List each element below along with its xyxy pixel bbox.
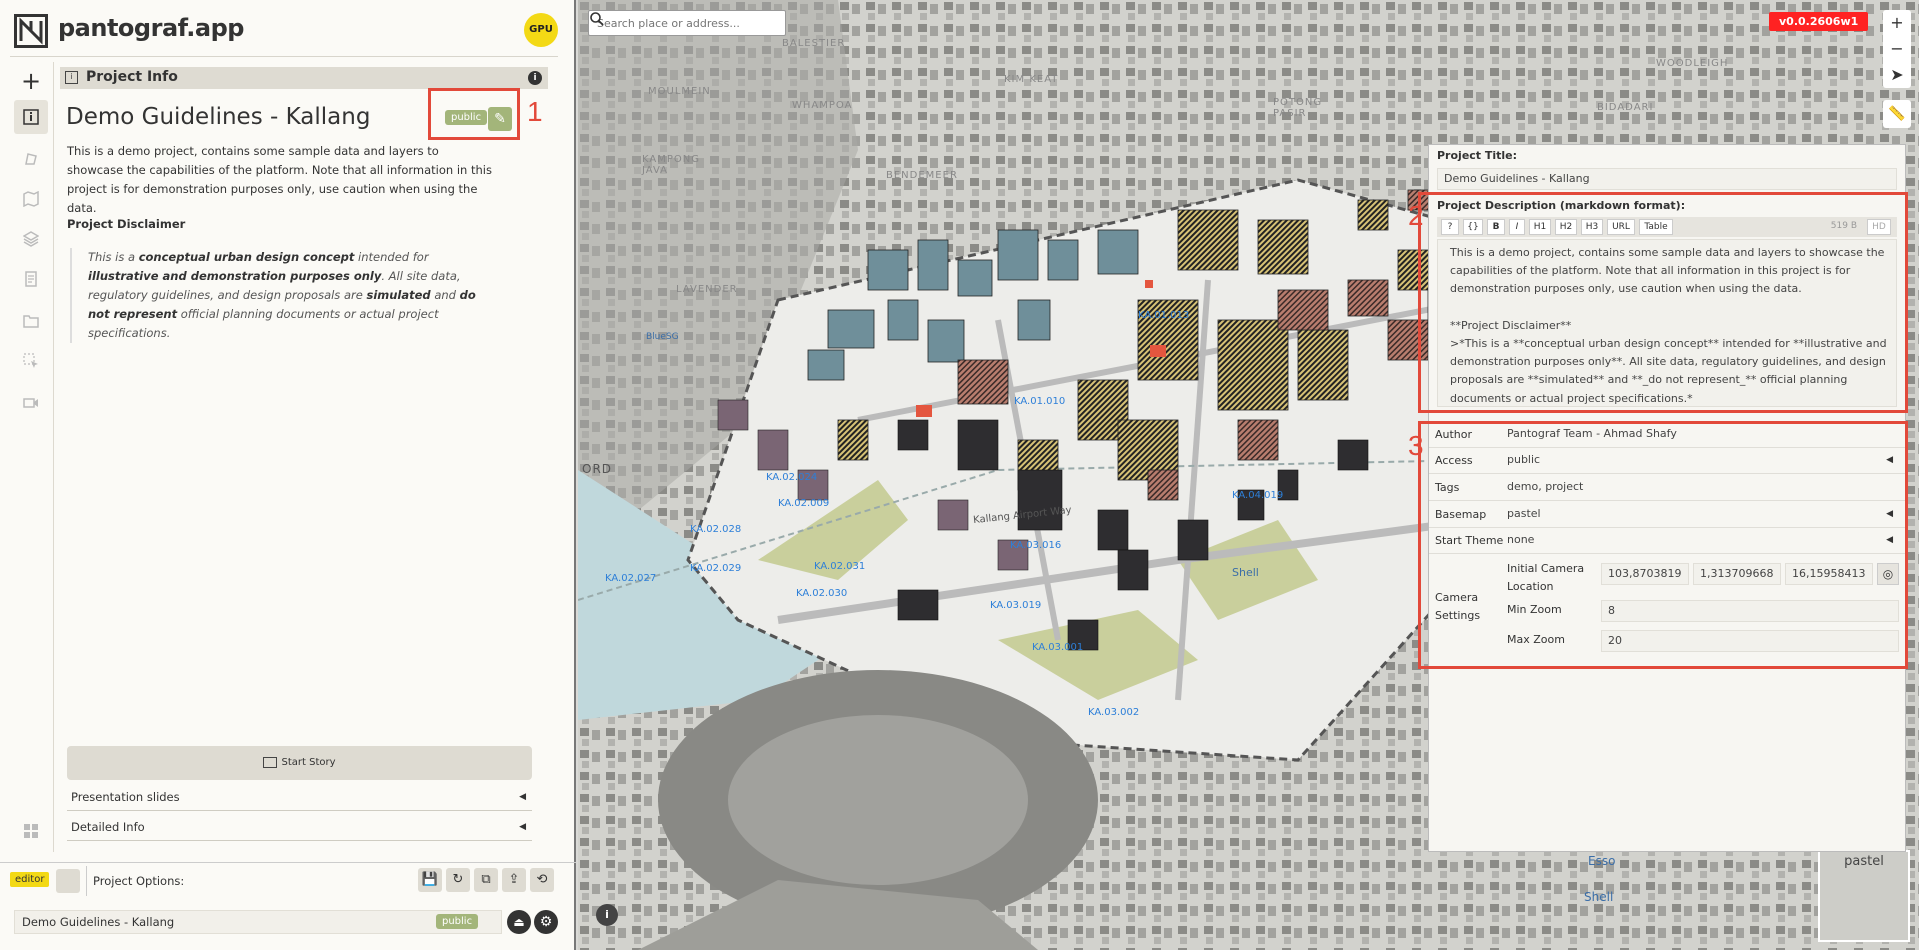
- basemap-switcher[interactable]: pastel: [1818, 850, 1910, 942]
- help-icon[interactable]: i: [528, 71, 542, 85]
- save-icon[interactable]: 💾: [418, 868, 442, 892]
- map-label: BENDEMEER: [886, 170, 958, 181]
- gpu-badge[interactable]: GPU: [524, 13, 558, 47]
- markers-icon[interactable]: [14, 142, 48, 176]
- basemap-name: pastel: [1844, 854, 1884, 869]
- copy-icon[interactable]: ⧉: [474, 868, 498, 892]
- zone-label: KA.02.027: [605, 573, 657, 584]
- project-description: This is a demo project, contains some sa…: [67, 144, 492, 215]
- panel-title: Project Info: [86, 69, 178, 85]
- map-tool-group: + − ➤: [1883, 10, 1911, 88]
- start-story-button[interactable]: Start Story: [67, 746, 532, 780]
- folder-icon[interactable]: [14, 304, 48, 338]
- detailed-info-accordion[interactable]: Detailed Info ◀: [67, 813, 532, 841]
- start-story-label: Start Story: [281, 757, 336, 768]
- footer-access-badge: public: [436, 914, 479, 929]
- title-input[interactable]: Demo Guidelines - Kallang: [1437, 168, 1897, 190]
- zone-label: KA.02.009: [778, 498, 830, 509]
- layers-icon[interactable]: [14, 222, 48, 256]
- share-icon[interactable]: ⇪: [502, 868, 526, 892]
- info-square-icon: i: [65, 71, 78, 84]
- project-info-header: i Project Info i: [60, 67, 548, 89]
- annotation-1: 1: [527, 96, 543, 127]
- map-icon[interactable]: [14, 182, 48, 216]
- header-divider: [10, 56, 558, 57]
- add-icon[interactable]: +: [14, 64, 48, 98]
- project-info-icon[interactable]: [14, 100, 48, 134]
- annotation-2: 2: [1408, 200, 1424, 231]
- highlight-box-3: [1418, 421, 1908, 669]
- map-poi: Shell: [1232, 566, 1259, 579]
- map-poi: BlueSG: [646, 332, 679, 342]
- zone-label: KA.03.019: [990, 600, 1042, 611]
- project-options-label: Project Options:: [93, 874, 185, 888]
- history-icon[interactable]: ⟲: [530, 868, 554, 892]
- map-label: BIDADARI: [1597, 102, 1654, 113]
- search-input[interactable]: [591, 13, 761, 33]
- map-poi: Esso: [1588, 854, 1616, 868]
- presentation-icon: [263, 756, 278, 768]
- zone-label: KA.02.029: [690, 563, 742, 574]
- map-label: LAVENDER: [676, 284, 738, 295]
- project-title: Demo Guidelines - Kallang: [66, 104, 371, 130]
- notes-icon[interactable]: [14, 262, 48, 296]
- left-panel: pantograf.app GPU + i Project Info i Dem…: [0, 0, 576, 950]
- map-label: ORD: [582, 462, 613, 476]
- zoom-in-icon[interactable]: +: [1883, 10, 1911, 36]
- footer-project-title: Demo Guidelines - Kallang: [14, 910, 502, 934]
- map-label: BALESTIER: [782, 38, 846, 49]
- accordion-label: Detailed Info: [71, 820, 145, 834]
- map-label: WOODLEIGH: [1656, 58, 1729, 69]
- document-icon[interactable]: [56, 869, 80, 893]
- map-poi: Shell: [1584, 890, 1614, 904]
- sidebar: +: [10, 62, 54, 852]
- caret-left-icon: ◀: [519, 792, 526, 802]
- map-label: WHAMPOA: [792, 100, 853, 111]
- zone-label: KA.02.030: [796, 588, 848, 599]
- search-box[interactable]: [588, 10, 786, 36]
- zone-label: KA.01.010: [1014, 396, 1066, 407]
- app-name: pantograf.app: [58, 14, 244, 42]
- zone-label: KA.01.013: [1138, 310, 1190, 321]
- highlight-box-2: [1418, 192, 1908, 413]
- logout-icon[interactable]: ⏏: [507, 910, 531, 934]
- disclaimer-heading: Project Disclaimer: [67, 217, 186, 231]
- zone-label: KA.03.016: [1010, 540, 1062, 551]
- map-label: KIM KEAT: [1004, 74, 1059, 85]
- disclaimer-quote: This is a conceptual urban design concep…: [70, 248, 490, 343]
- title-field-label: Project Title:: [1437, 149, 1518, 162]
- refresh-icon[interactable]: ↻: [446, 868, 470, 892]
- map-label: MOULMEIN: [648, 86, 711, 97]
- app-header: pantograf.app GPU: [0, 0, 576, 58]
- zoom-out-icon[interactable]: −: [1883, 36, 1911, 62]
- search-icon[interactable]: [589, 11, 605, 27]
- zone-label: KA.04.019: [1232, 490, 1284, 501]
- logo-icon: [14, 14, 48, 48]
- annotation-3: 3: [1408, 430, 1424, 461]
- dashboard-icon[interactable]: [14, 814, 48, 848]
- map-info-icon[interactable]: i: [596, 904, 618, 926]
- map-label: KAMPONG JAVA: [642, 154, 700, 176]
- select-icon[interactable]: [14, 344, 48, 378]
- zone-label: KA.02.031: [814, 561, 866, 572]
- settings-icon[interactable]: ⚙: [534, 910, 558, 934]
- version-badge: v0.0.2606w1: [1769, 12, 1869, 31]
- presentation-slides-accordion[interactable]: Presentation slides ◀: [67, 783, 532, 811]
- zone-label: KA.02.028: [690, 524, 742, 535]
- compass-icon[interactable]: ➤: [1883, 62, 1911, 88]
- footer-separator: [86, 866, 87, 896]
- map-label: POTONG PASIR: [1273, 97, 1323, 119]
- ruler-icon[interactable]: 📏: [1883, 100, 1911, 128]
- zone-label: KA.03.002: [1088, 707, 1140, 718]
- caret-left-icon: ◀: [519, 822, 526, 832]
- zone-label: KA.03.001: [1032, 642, 1084, 653]
- editor-badge: editor: [10, 872, 50, 887]
- footer-divider: [0, 862, 576, 863]
- zone-label: KA.02.024: [766, 472, 818, 483]
- accordion-label: Presentation slides: [71, 790, 180, 804]
- video-icon[interactable]: [14, 386, 48, 420]
- highlight-box-1: [428, 88, 520, 140]
